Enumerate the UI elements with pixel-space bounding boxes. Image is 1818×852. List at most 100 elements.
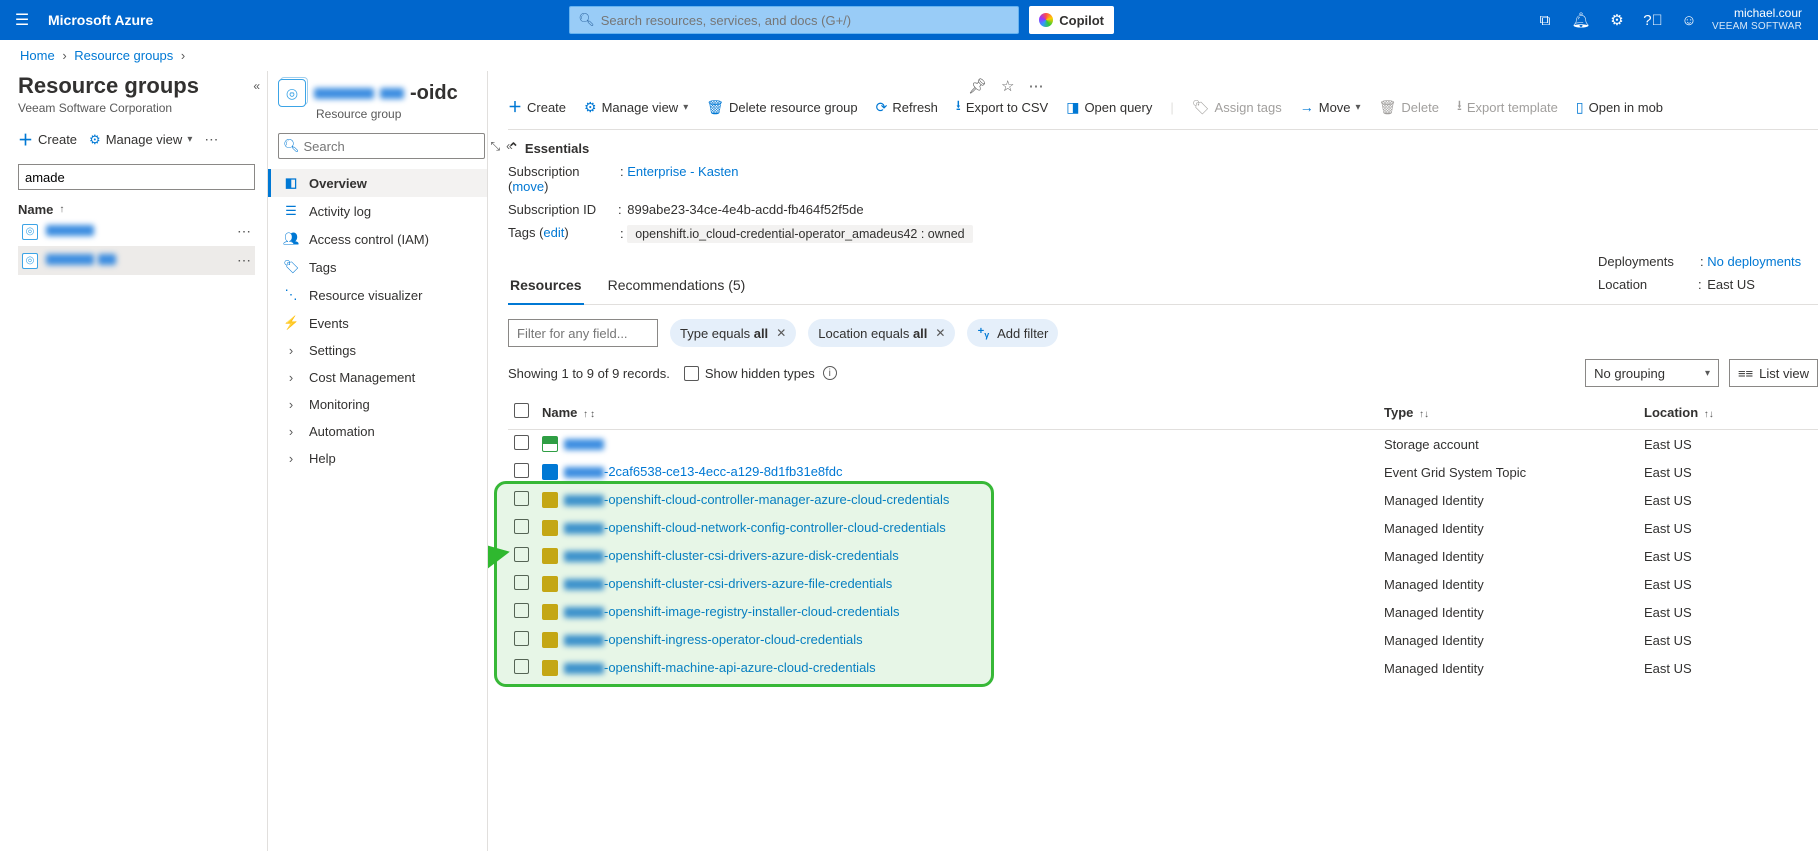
rg-list-item[interactable]: ◎ ⋯ xyxy=(18,217,255,246)
notifications-icon[interactable]: 🔔︎ xyxy=(1566,0,1596,40)
favorite-icon[interactable]: ☆ xyxy=(1001,77,1014,95)
resource-link[interactable]: -openshift-cloud-network-config-controll… xyxy=(564,520,946,535)
nav-item-events[interactable]: ⚡Events xyxy=(268,309,487,337)
breadcrumb-home[interactable]: Home xyxy=(20,48,55,63)
tags-edit-link[interactable]: edit xyxy=(543,225,564,240)
settings-icon[interactable]: ⚙ xyxy=(1602,0,1632,40)
rg-list-item[interactable]: ◎ ⋯ xyxy=(18,246,255,275)
table-row[interactable]: -openshift-cluster-csi-drivers-azure-fil… xyxy=(508,570,1818,598)
manage-view-button[interactable]: ⚙ Manage view ▾ xyxy=(89,132,192,148)
nav-item-activity-log[interactable]: ☰Activity log xyxy=(268,197,487,225)
add-filter-pill[interactable]: ⁺ᵧ Add filter xyxy=(967,319,1058,347)
move-button[interactable]: →Move▾ xyxy=(1300,99,1361,115)
tag-chip[interactable]: openshift.io_cloud-credential-operator_a… xyxy=(627,225,972,243)
export-csv-button[interactable]: ⭳Export to CSV xyxy=(956,95,1048,119)
open-query-button[interactable]: ◨Open query xyxy=(1066,99,1152,116)
row-checkbox[interactable] xyxy=(514,575,529,590)
copilot-button[interactable]: Copilot xyxy=(1029,6,1114,34)
more-icon[interactable]: ⋯ xyxy=(1029,77,1044,95)
info-icon[interactable]: i xyxy=(823,366,837,380)
global-search-input[interactable] xyxy=(601,13,1010,28)
table-row[interactable]: Storage accountEast US xyxy=(508,430,1818,459)
rg-list-header[interactable]: Name ↑ xyxy=(18,202,255,217)
table-row[interactable]: -openshift-image-registry-installer-clou… xyxy=(508,598,1818,626)
row-checkbox[interactable] xyxy=(514,519,529,534)
resource-link[interactable]: -2caf6538-ce13-4ecc-a129-8d1fb31e8fdc xyxy=(564,464,843,479)
row-checkbox[interactable] xyxy=(514,631,529,646)
resource-link[interactable]: -openshift-cluster-csi-drivers-azure-dis… xyxy=(564,548,899,563)
deployments-link[interactable]: No deployments xyxy=(1707,254,1801,269)
nav-item-resource-visualizer[interactable]: ⋱Resource visualizer xyxy=(268,281,487,309)
open-mobile-button[interactable]: ▯Open in mob xyxy=(1576,99,1663,116)
account-block[interactable]: michael.cour VEEAM SOFTWAR xyxy=(1704,6,1810,34)
subscription-link[interactable]: Enterprise - Kasten xyxy=(627,164,738,179)
nav-item-tags[interactable]: 🏷︎Tags xyxy=(268,253,487,281)
type-filter-pill[interactable]: Type equals all ✕ xyxy=(670,319,796,347)
row-location: East US xyxy=(1638,514,1818,542)
nav-item-help[interactable]: ›Help xyxy=(268,445,487,472)
collapse-panel-icon[interactable]: « xyxy=(253,79,257,93)
more-actions-icon[interactable]: ⋯ xyxy=(204,131,218,148)
table-row[interactable]: -2caf6538-ce13-4ecc-a129-8d1fb31e8fdcEve… xyxy=(508,458,1818,486)
col-name[interactable]: Name ↑↕ xyxy=(536,395,1378,430)
resource-link[interactable] xyxy=(564,436,604,451)
row-checkbox[interactable] xyxy=(514,603,529,618)
col-type[interactable]: Type ↑↓ xyxy=(1378,395,1638,430)
subscription-move-link[interactable]: move xyxy=(512,179,544,194)
col-location[interactable]: Location ↑↓ xyxy=(1638,395,1818,430)
nav-item-settings[interactable]: ›Settings xyxy=(268,337,487,364)
resource-link[interactable]: -openshift-machine-api-azure-cloud-crede… xyxy=(564,660,876,675)
more-icon[interactable]: ⋯ xyxy=(237,252,251,269)
show-hidden-checkbox[interactable] xyxy=(684,366,699,381)
nav-search[interactable]: 🔍︎ xyxy=(278,133,485,159)
more-icon[interactable]: ⋯ xyxy=(237,223,251,240)
tab-recommendations[interactable]: Recommendations (5) xyxy=(606,267,748,304)
overview-icon: ◧ xyxy=(283,175,299,191)
location-filter-pill[interactable]: Location equals all ✕ xyxy=(808,319,955,347)
feedback-icon[interactable]: ☺︎ xyxy=(1674,0,1704,40)
nav-item-automation[interactable]: ›Automation xyxy=(268,418,487,445)
nav-item-overview[interactable]: ◧Overview xyxy=(268,169,487,197)
global-search[interactable]: 🔍︎ xyxy=(569,6,1019,34)
delete-button: 🗑︎Delete xyxy=(1379,99,1439,116)
grouping-dropdown[interactable]: No grouping ▾ xyxy=(1585,359,1719,387)
table-row[interactable]: -openshift-machine-api-azure-cloud-crede… xyxy=(508,654,1818,682)
row-checkbox[interactable] xyxy=(514,463,529,478)
resource-link[interactable]: -openshift-ingress-operator-cloud-creden… xyxy=(564,632,863,647)
filter-any-field-input[interactable] xyxy=(508,319,658,347)
table-row[interactable]: -openshift-cloud-network-config-controll… xyxy=(508,514,1818,542)
manage-view-button[interactable]: ⚙Manage view▾ xyxy=(584,99,688,116)
select-all-checkbox[interactable] xyxy=(514,403,529,418)
list-view-button[interactable]: ≡≡ List view xyxy=(1729,359,1818,387)
table-row[interactable]: -openshift-ingress-operator-cloud-creden… xyxy=(508,626,1818,654)
rg-filter-input[interactable] xyxy=(18,164,255,190)
row-checkbox[interactable] xyxy=(514,659,529,674)
nav-search-input[interactable] xyxy=(304,139,480,154)
help-icon[interactable]: ?⃝ xyxy=(1638,0,1668,40)
breadcrumb-resource-groups[interactable]: Resource groups xyxy=(74,48,173,63)
nav-item-cost-management[interactable]: ›Cost Management xyxy=(268,364,487,391)
row-checkbox[interactable] xyxy=(514,547,529,562)
tab-resources[interactable]: Resources xyxy=(508,267,584,305)
resource-link[interactable]: -openshift-cluster-csi-drivers-azure-fil… xyxy=(564,576,892,591)
resource-groups-panel: « Resource groups Veeam Software Corpora… xyxy=(0,71,268,851)
row-checkbox[interactable] xyxy=(514,491,529,506)
resource-link[interactable]: -openshift-image-registry-installer-clou… xyxy=(564,604,900,619)
refresh-button[interactable]: ⟳Refresh xyxy=(876,99,938,116)
nav-item-access-control-iam-[interactable]: 👥︎Access control (IAM) xyxy=(268,225,487,253)
close-icon[interactable]: ✕ xyxy=(935,326,945,340)
essentials-toggle[interactable]: ⌃ Essentials xyxy=(508,136,1818,164)
table-row[interactable]: -openshift-cloud-controller-manager-azur… xyxy=(508,486,1818,514)
deployments-label: Deployments xyxy=(1598,254,1688,269)
hamburger-icon[interactable]: ☰ xyxy=(8,10,36,30)
nav-item-monitoring[interactable]: ›Monitoring xyxy=(268,391,487,418)
resource-link[interactable]: -openshift-cloud-controller-manager-azur… xyxy=(564,492,949,507)
close-icon[interactable]: ✕ xyxy=(776,326,786,340)
row-checkbox[interactable] xyxy=(514,435,529,450)
table-row[interactable]: -openshift-cluster-csi-drivers-azure-dis… xyxy=(508,542,1818,570)
pin-icon[interactable]: 📌︎ xyxy=(968,77,987,95)
cloud-shell-icon[interactable]: ⧉ xyxy=(1530,0,1560,40)
delete-rg-button[interactable]: 🗑︎Delete resource group xyxy=(706,99,857,116)
create-button[interactable]: ＋ Create xyxy=(18,129,77,150)
create-button[interactable]: ＋Create xyxy=(508,97,566,117)
